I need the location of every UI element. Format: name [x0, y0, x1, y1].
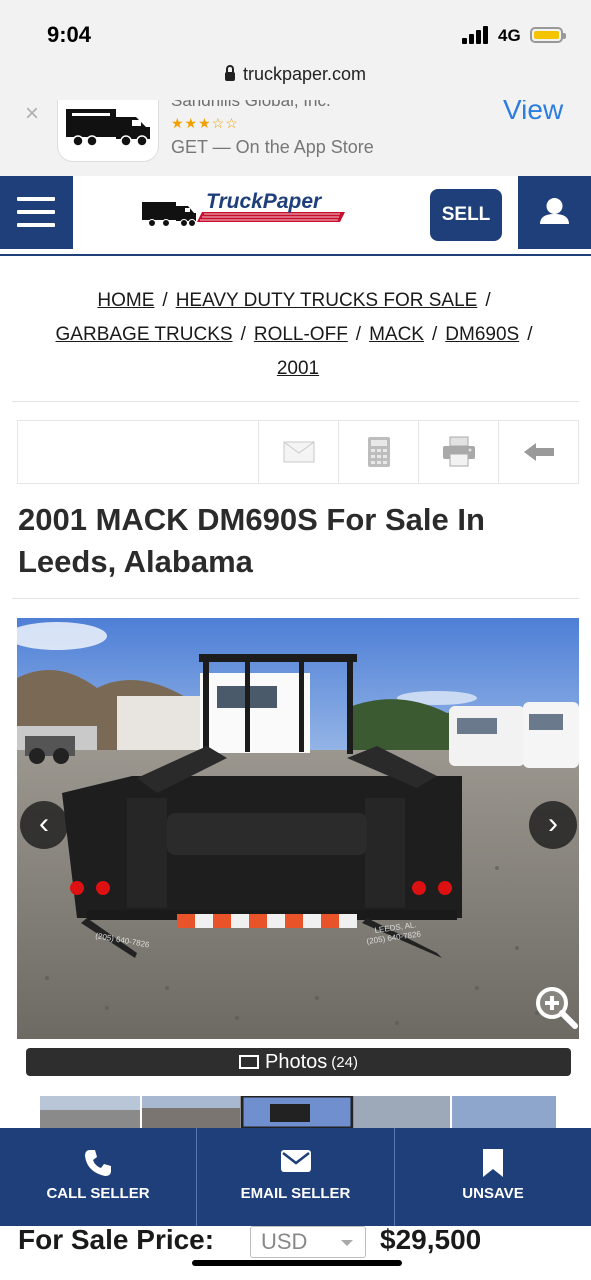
email-seller-label: EMAIL SELLER: [240, 1185, 351, 1202]
photo-count: (24): [331, 1054, 358, 1071]
email-icon: [283, 441, 315, 463]
next-photo-button[interactable]: ›: [529, 801, 577, 849]
breadcrumb-garbage-trucks[interactable]: GARBAGE TRUCKS: [56, 324, 233, 345]
app-rating: ★★★☆☆: [171, 115, 239, 131]
divider: [12, 598, 579, 599]
hamburger-icon: [17, 197, 55, 201]
status-time: 9:04: [47, 22, 92, 47]
view-app-button[interactable]: View: [503, 100, 563, 126]
email-seller-button[interactable]: EMAIL SELLER: [197, 1128, 394, 1226]
app-developer: Sandhills Global, Inc.: [171, 100, 331, 110]
back-button[interactable]: [498, 421, 579, 483]
chevron-down-icon: [341, 1240, 353, 1246]
photos-button[interactable]: Photos (24): [26, 1048, 571, 1076]
logo-text: TruckPaper: [206, 190, 323, 213]
url-text: truckpaper.com: [242, 64, 367, 84]
previous-photo-button[interactable]: ‹: [20, 801, 68, 849]
menu-button[interactable]: [0, 176, 73, 249]
email-listing-button[interactable]: [258, 421, 339, 483]
photos-label: Photos: [265, 1051, 328, 1073]
signal-icon: [462, 26, 492, 44]
lock-icon: [224, 65, 235, 81]
thumbnail-strip: [40, 1096, 556, 1128]
app-icon[interactable]: [57, 100, 159, 162]
network-type: 4G: [498, 26, 521, 45]
close-icon[interactable]: ×: [25, 100, 39, 128]
calculator-button[interactable]: [338, 421, 419, 483]
breadcrumb-mack[interactable]: MACK: [369, 324, 424, 345]
breadcrumb-2001[interactable]: 2001: [277, 358, 319, 379]
call-seller-button[interactable]: CALL SELLER: [0, 1128, 196, 1226]
thumbnail[interactable]: [354, 1096, 450, 1128]
status-bar: 9:04 4G: [0, 0, 591, 56]
truck-photo: (205) 640-7826 LEEDS, AL. (205) 640-7826: [17, 618, 579, 1039]
breadcrumb-dm690s[interactable]: DM690S: [445, 324, 519, 345]
unsave-button[interactable]: UNSAVE: [395, 1128, 591, 1226]
divider: [12, 401, 579, 402]
zoom-button[interactable]: [533, 984, 579, 1030]
app-get-text: GET — On the App Store: [171, 137, 374, 157]
account-button[interactable]: [518, 176, 591, 249]
calculator-icon: [368, 437, 390, 467]
currency-value: USD: [261, 1229, 308, 1254]
print-button[interactable]: [418, 421, 499, 483]
contact-action-bar: CALL SELLER EMAIL SELLER UNSAVE: [0, 1128, 591, 1226]
listing-toolbar: [17, 420, 579, 484]
breadcrumb: HOME / HEAVY DUTY TRUCKS FOR SALE / GARBAGE…: [55, 290, 533, 379]
breadcrumb-roll-off[interactable]: ROLL-OFF: [254, 324, 348, 345]
phone-icon: [85, 1150, 111, 1176]
price-label: For Sale Price:: [18, 1224, 215, 1255]
breadcrumb-heavy-duty-trucks[interactable]: HEAVY DUTY TRUCKS FOR SALE: [176, 290, 478, 311]
zoom-in-icon: [536, 987, 578, 1029]
truckpaper-logo[interactable]: TruckPaper: [140, 186, 350, 236]
back-arrow-icon: [524, 443, 554, 461]
unsave-label: UNSAVE: [462, 1185, 524, 1202]
thumbnail[interactable]: [452, 1096, 556, 1128]
print-icon: [443, 436, 475, 467]
chevron-left-icon: ‹: [39, 807, 49, 840]
sell-button[interactable]: SELL: [430, 189, 502, 241]
bookmark-icon: [483, 1149, 503, 1177]
chevron-right-icon: ›: [548, 807, 558, 840]
site-header: TruckPaper SELL: [0, 176, 591, 256]
truck-logo-icon: [66, 109, 150, 147]
envelope-icon: [280, 1150, 311, 1172]
battery-icon: [530, 27, 566, 43]
image-icon: [239, 1055, 260, 1069]
home-indicator[interactable]: [192, 1260, 402, 1266]
app-store-banner: × Sandhills Global, Inc. ★★★☆☆ GET — On …: [0, 100, 591, 177]
call-seller-label: CALL SELLER: [46, 1185, 150, 1202]
price-amount: $29,500: [380, 1224, 482, 1255]
logo-truck-icon: [142, 202, 196, 227]
user-icon: [540, 198, 569, 224]
listing-main-photo[interactable]: (205) 640-7826 LEEDS, AL. (205) 640-7826…: [17, 618, 579, 1039]
currency-select[interactable]: USD: [250, 1226, 366, 1258]
breadcrumb-home[interactable]: HOME: [97, 290, 154, 311]
browser-address-bar[interactable]: truckpaper.com: [0, 56, 591, 101]
listing-title: 2001 MACK DM690S For Sale In Leeds, Alab…: [18, 502, 485, 579]
